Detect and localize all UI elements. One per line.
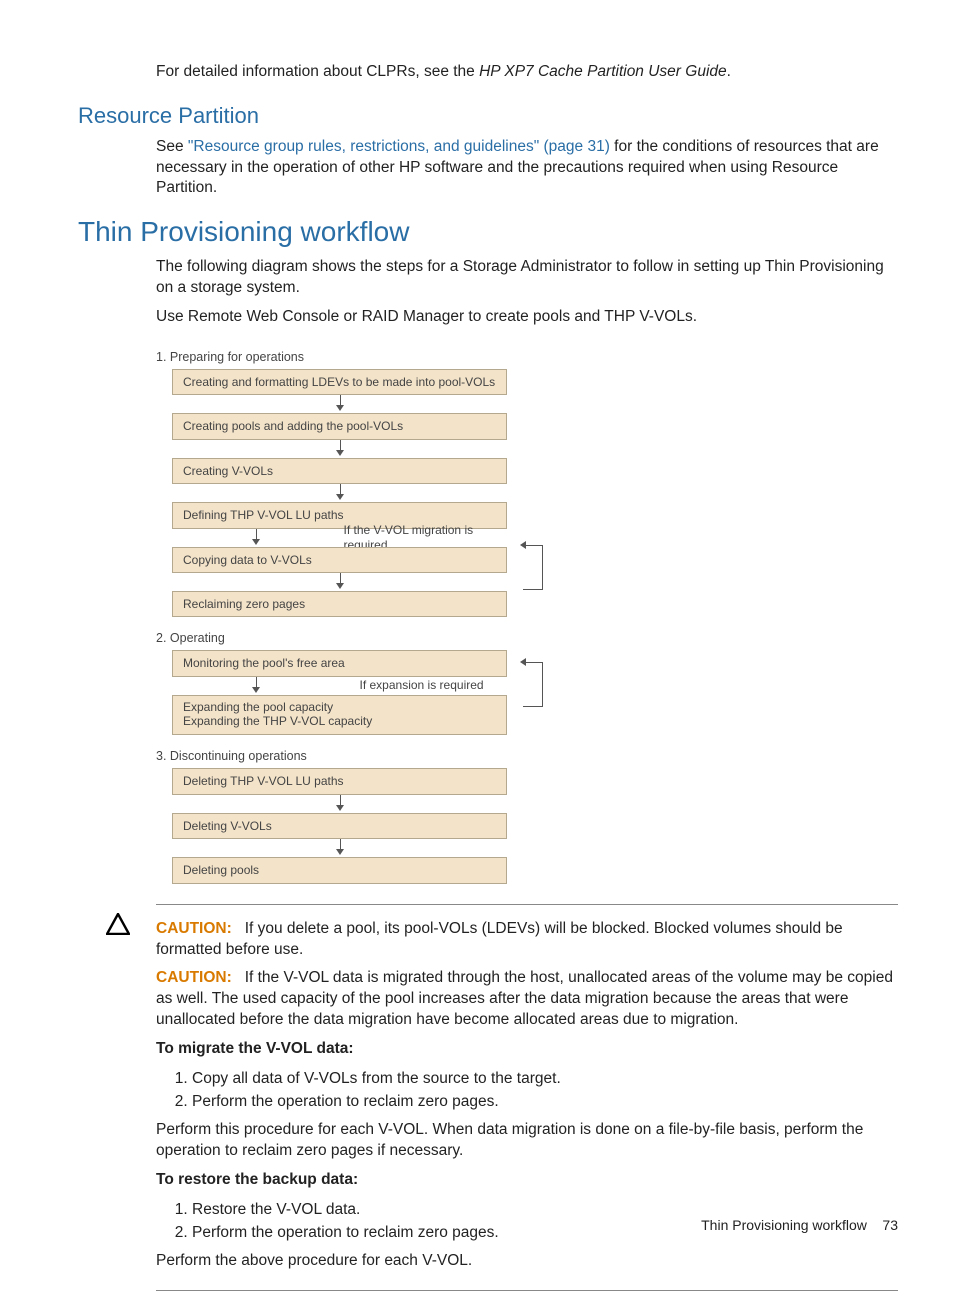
migrate-heading: To migrate the V-VOL data:: [156, 1039, 898, 1060]
diagram-step: Creating and formatting LDEVs to be made…: [172, 369, 507, 395]
diagram-step: Deleting pools: [172, 857, 507, 883]
workflow-paragraph-1: The following diagram shows the steps fo…: [156, 257, 898, 299]
link-resource-rules[interactable]: "Resource group rules, restrictions, and…: [188, 138, 610, 155]
diagram-side-label: If expansion is required: [340, 678, 508, 692]
diagram-arrow: [172, 395, 507, 413]
diagram-section-3-title: 3. Discontinuing operations: [156, 745, 556, 768]
diagram-arrow: If the V-VOL migration is required: [172, 529, 507, 547]
diagram-step: Creating pools and adding the pool-VOLs: [172, 413, 507, 439]
diagram-step: Monitoring the pool's free area: [172, 650, 507, 676]
diagram-arrow: [172, 839, 507, 857]
diagram-arrow: [172, 573, 507, 591]
caution-paragraph-2: CAUTION: If the V-VOL data is migrated t…: [156, 968, 898, 1031]
diagram-section-2-title: 2. Operating: [156, 627, 556, 650]
page-footer: Thin Provisioning workflow 73: [701, 1216, 898, 1235]
diagram-step: Deleting THP V-VOL LU paths: [172, 768, 507, 794]
diagram-step: Expanding the pool capacityExpanding the…: [172, 695, 507, 736]
heading-resource-partition: Resource Partition: [78, 101, 898, 131]
diagram-step: Reclaiming zero pages: [172, 591, 507, 617]
diagram-arrow: [172, 440, 507, 458]
diagram-section-1: Creating and formatting LDEVs to be made…: [156, 369, 556, 617]
list-item: Perform the operation to reclaim zero pa…: [192, 1091, 898, 1114]
diagram-step: Deleting V-VOLs: [172, 813, 507, 839]
diagram-section-2: Monitoring the pool's free area If expan…: [156, 650, 556, 735]
diagram-step: Copying data to V-VOLs: [172, 547, 507, 573]
diagram-arrow: [172, 484, 507, 502]
caution-icon: [106, 913, 130, 935]
diagram-step: Creating V-VOLs: [172, 458, 507, 484]
migrate-steps: Copy all data of V-VOLs from the source …: [156, 1068, 898, 1114]
migrate-after: Perform this procedure for each V-VOL. W…: [156, 1120, 898, 1162]
workflow-paragraph-2: Use Remote Web Console or RAID Manager t…: [156, 307, 898, 328]
caution-paragraph-1: CAUTION: If you delete a pool, its pool-…: [156, 919, 898, 961]
diagram-arrow: [172, 795, 507, 813]
doc-reference: HP XP7 Cache Partition User Guide: [479, 63, 727, 80]
diagram-section-1-title: 1. Preparing for operations: [156, 346, 556, 369]
restore-heading: To restore the backup data:: [156, 1170, 898, 1191]
caution-label: CAUTION:: [156, 969, 232, 986]
list-item: Copy all data of V-VOLs from the source …: [192, 1068, 898, 1091]
intro-paragraph: For detailed information about CLPRs, se…: [156, 62, 898, 83]
restore-after: Perform the above procedure for each V-V…: [156, 1251, 898, 1272]
heading-thin-provisioning: Thin Provisioning workflow: [78, 213, 898, 251]
diagram-section-3: Deleting THP V-VOL LU paths Deleting V-V…: [156, 768, 556, 883]
caution-label: CAUTION:: [156, 920, 232, 937]
workflow-diagram: 1. Preparing for operations Creating and…: [156, 346, 556, 884]
resource-paragraph: See "Resource group rules, restrictions,…: [156, 137, 898, 200]
diagram-arrow: If expansion is required: [172, 677, 507, 695]
